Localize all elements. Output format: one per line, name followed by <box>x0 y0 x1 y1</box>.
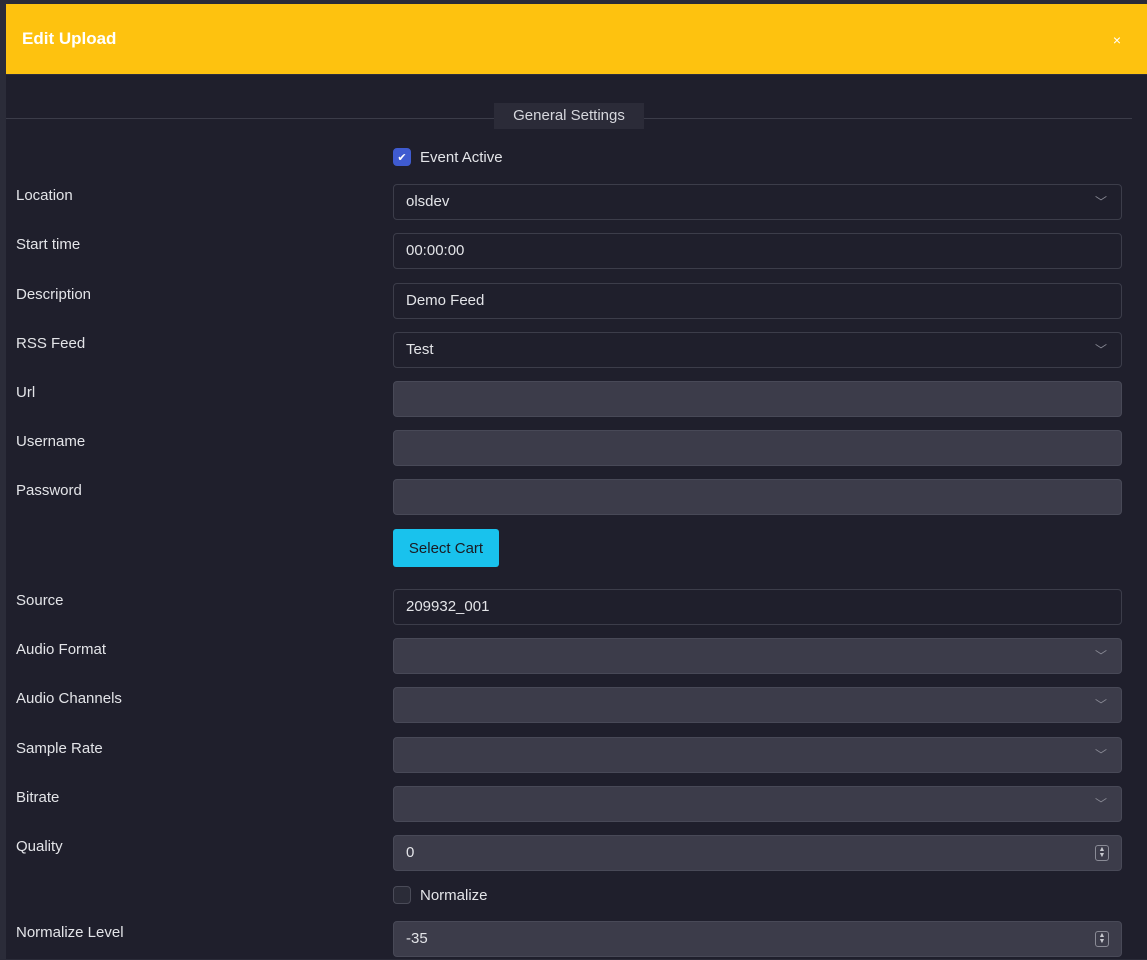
password-input[interactable] <box>393 479 1122 515</box>
rss-feed-value: Test <box>406 341 434 358</box>
username-input[interactable] <box>393 430 1122 466</box>
normalize-toggle[interactable]: Normalize <box>393 886 488 904</box>
event-active-label: Event Active <box>420 148 503 166</box>
url-label: Url <box>16 384 36 401</box>
normalize-level-input[interactable]: -35 ▲ ▼ <box>393 921 1122 957</box>
section-title: General Settings <box>494 103 644 129</box>
description-row: Description Demo Feed <box>16 283 1124 322</box>
quality-value: 0 <box>406 844 415 861</box>
location-row: Location olsdev ﹀ <box>16 184 1124 223</box>
location-value: olsdev <box>406 193 450 210</box>
url-input[interactable] <box>393 381 1122 417</box>
start-time-label: Start time <box>16 236 81 253</box>
sample-rate-row: Sample Rate ﹀ <box>16 737 1124 776</box>
general-settings-section: General Settings <box>6 103 1132 131</box>
quality-row: Quality 0 ▲ ▼ <box>16 835 1124 874</box>
source-input[interactable]: 209932_001 <box>393 589 1122 625</box>
select-cart-button[interactable]: Select Cart <box>393 529 499 567</box>
spinner-icon[interactable]: ▲ ▼ <box>1095 931 1109 947</box>
source-row: Source 209932_001 <box>16 589 1124 628</box>
audio-format-label: Audio Format <box>16 641 107 658</box>
audio-channels-row: Audio Channels ﹀ <box>16 687 1124 726</box>
event-active-toggle[interactable]: ✔ Event Active <box>393 148 503 166</box>
quality-input[interactable]: 0 ▲ ▼ <box>393 835 1122 871</box>
bitrate-row: Bitrate ﹀ <box>16 786 1124 825</box>
description-value: Demo Feed <box>406 292 485 309</box>
audio-format-select[interactable]: ﹀ <box>393 638 1122 674</box>
normalize-level-row: Normalize Level -35 ▲ ▼ <box>16 921 1124 960</box>
bitrate-select[interactable]: ﹀ <box>393 786 1122 822</box>
normalize-level-label: Normalize Level <box>16 924 124 941</box>
chevron-down-icon: ﹀ <box>1094 698 1107 712</box>
start-time-value: 00:00:00 <box>406 242 465 259</box>
chevron-down-icon: ﹀ <box>1094 343 1107 357</box>
sample-rate-label: Sample Rate <box>16 740 103 757</box>
rss-feed-select[interactable]: Test ﹀ <box>393 332 1122 368</box>
event-active-checkbox[interactable]: ✔ <box>393 148 411 166</box>
username-row: Username <box>16 430 1124 469</box>
rss-feed-row: RSS Feed Test ﹀ <box>16 332 1124 371</box>
chevron-down-icon: ﹀ <box>1094 649 1107 663</box>
normalize-level-value: -35 <box>406 930 428 947</box>
password-label: Password <box>16 482 82 499</box>
audio-format-row: Audio Format ﹀ <box>16 638 1124 677</box>
start-time-input[interactable]: 00:00:00 <box>393 233 1122 269</box>
sample-rate-select[interactable]: ﹀ <box>393 737 1122 773</box>
start-time-row: Start time 00:00:00 <box>16 233 1124 272</box>
close-icon[interactable]: × <box>1103 28 1131 50</box>
normalize-label: Normalize <box>420 886 488 904</box>
chevron-down-icon: ﹀ <box>1094 748 1107 762</box>
modal-title: Edit Upload <box>22 29 117 48</box>
quality-label: Quality <box>16 838 63 855</box>
source-label: Source <box>16 592 64 609</box>
username-label: Username <box>16 433 86 450</box>
chevron-down-icon: ﹀ <box>1094 195 1107 209</box>
audio-channels-label: Audio Channels <box>16 690 122 707</box>
spinner-icon[interactable]: ▲ ▼ <box>1095 845 1109 861</box>
bitrate-label: Bitrate <box>16 789 60 806</box>
location-select[interactable]: olsdev ﹀ <box>393 184 1122 220</box>
source-value: 209932_001 <box>406 598 490 615</box>
rss-feed-label: RSS Feed <box>16 335 86 352</box>
modal-header: Edit Upload × <box>6 4 1147 75</box>
normalize-checkbox[interactable] <box>393 886 411 904</box>
audio-channels-select[interactable]: ﹀ <box>393 687 1122 723</box>
password-row: Password <box>16 479 1124 518</box>
description-label: Description <box>16 286 92 303</box>
location-label: Location <box>16 187 73 204</box>
chevron-down-icon: ﹀ <box>1094 797 1107 811</box>
description-input[interactable]: Demo Feed <box>393 283 1122 319</box>
url-row: Url <box>16 381 1124 420</box>
